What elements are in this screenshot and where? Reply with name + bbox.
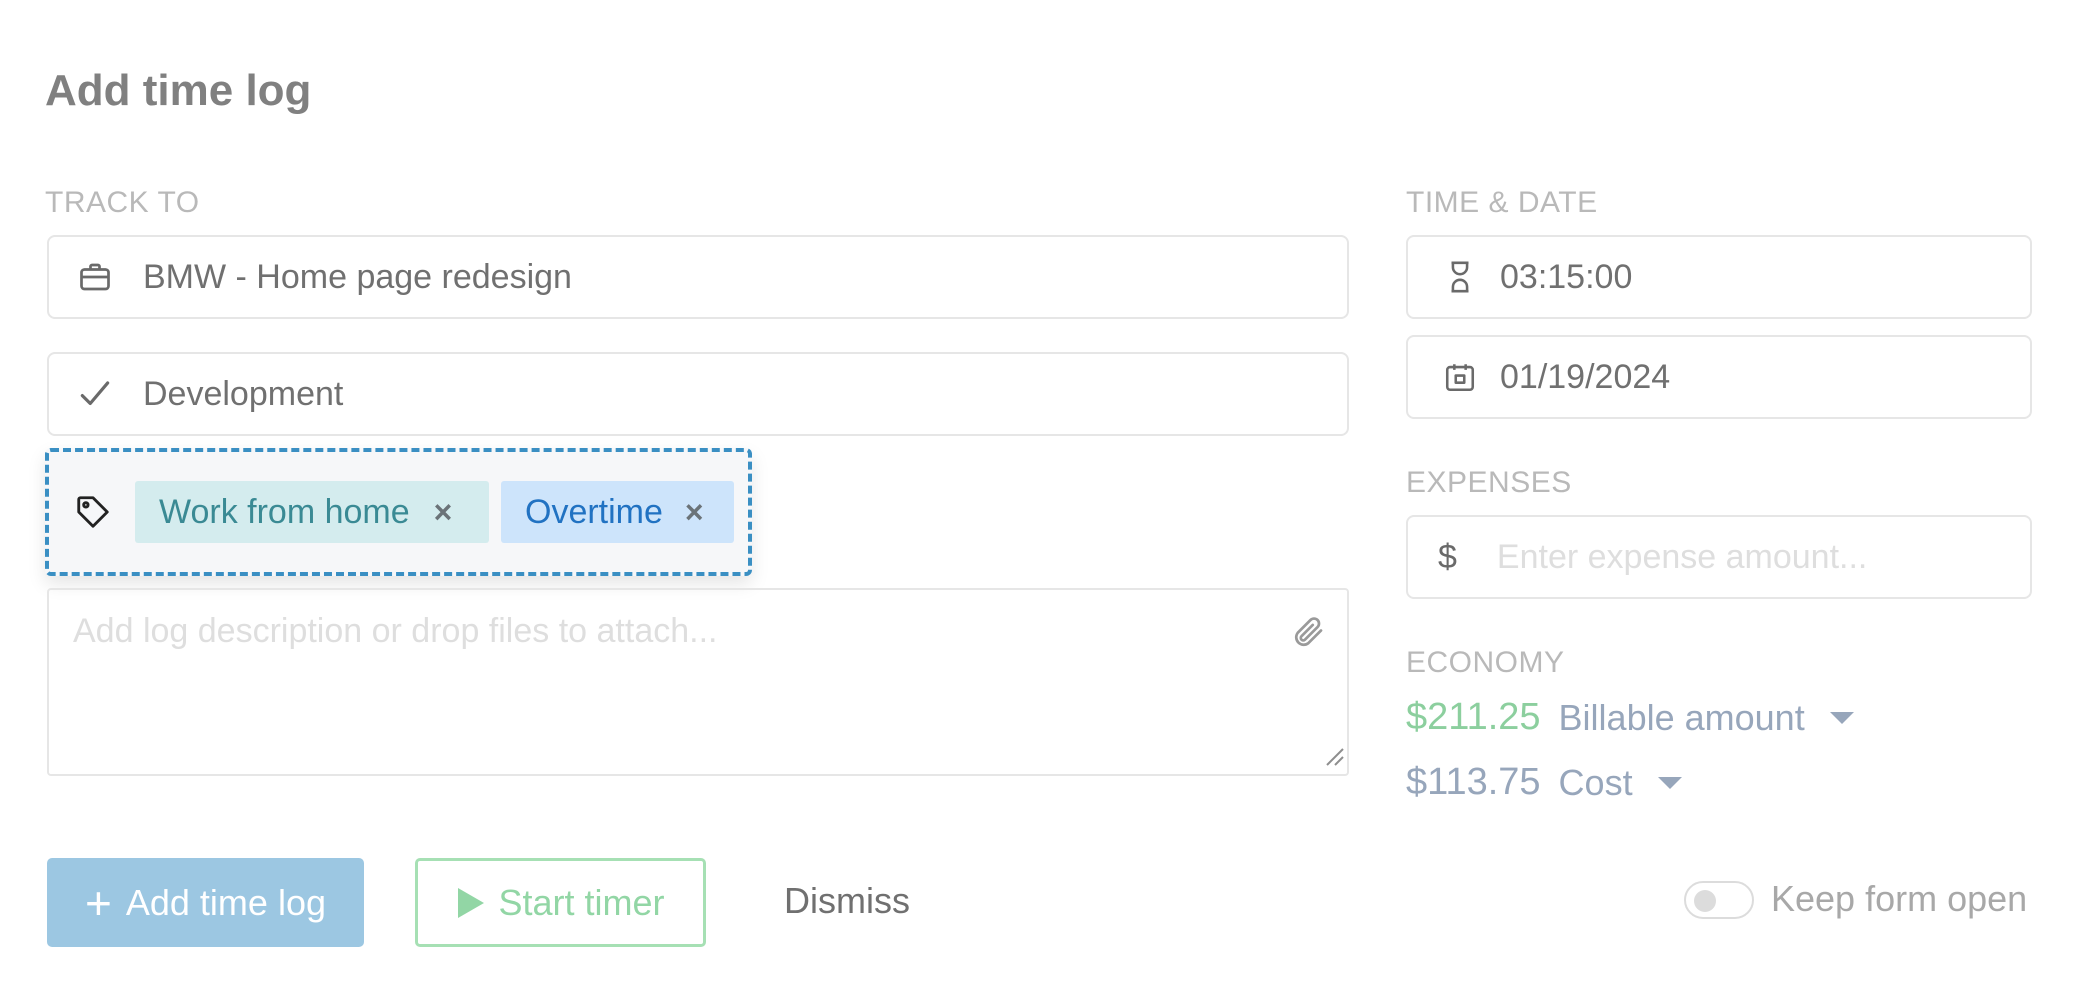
briefcase-icon: [75, 257, 115, 297]
start-timer-button[interactable]: Start timer: [415, 858, 706, 947]
time-date-label: TIME & DATE: [1406, 186, 1598, 219]
resize-handle-icon[interactable]: [1321, 743, 1345, 772]
project-field[interactable]: BMW - Home page redesign: [47, 235, 1349, 319]
remove-tag-icon[interactable]: ×: [434, 494, 453, 531]
play-icon: [456, 886, 486, 920]
caret-down-icon[interactable]: [1657, 775, 1683, 791]
checkmark-icon: [75, 374, 115, 414]
add-time-log-label: Add time log: [125, 881, 326, 923]
tags-field[interactable]: Work from home × Overtime ×: [45, 448, 752, 576]
billable-amount-value: $211.25: [1406, 696, 1541, 738]
tag-chip-label: Overtime: [525, 492, 663, 531]
hourglass-icon: [1440, 257, 1480, 297]
expense-placeholder: Enter expense amount...: [1496, 537, 1868, 576]
paperclip-icon[interactable]: [1291, 612, 1327, 657]
add-time-log-button[interactable]: + Add time log: [47, 858, 364, 947]
cost-row[interactable]: $113.75 Cost: [1406, 761, 1683, 804]
expenses-label: EXPENSES: [1406, 466, 1572, 499]
toggle-knob: [1694, 890, 1716, 912]
tag-chip-label: Work from home: [159, 492, 410, 531]
page-title: Add time log: [45, 66, 312, 115]
tag-chip-overtime: Overtime ×: [501, 481, 734, 543]
tag-chip-work-from-home: Work from home ×: [135, 481, 489, 543]
start-timer-label: Start timer: [498, 881, 665, 923]
dismiss-button[interactable]: Dismiss: [784, 880, 910, 922]
expense-field[interactable]: $ Enter expense amount...: [1406, 515, 2032, 599]
caret-down-icon[interactable]: [1829, 710, 1855, 726]
date-field[interactable]: 01/19/2024: [1406, 335, 2032, 419]
track-to-label: TRACK TO: [45, 186, 200, 219]
dollar-icon: $: [1438, 537, 1457, 576]
description-placeholder: Add log description or drop files to att…: [73, 612, 718, 650]
billable-row[interactable]: $211.25 Billable amount: [1406, 696, 1855, 739]
billable-amount-label: Billable amount: [1558, 696, 1805, 738]
calendar-icon: [1440, 357, 1480, 397]
project-value: BMW - Home page redesign: [143, 257, 572, 296]
keep-form-open-toggle[interactable]: [1684, 881, 1754, 919]
date-value: 01/19/2024: [1500, 357, 1671, 396]
plus-icon: +: [85, 876, 112, 929]
task-value: Development: [143, 374, 344, 413]
keep-form-open-label: Keep form open: [1771, 878, 2028, 919]
remove-tag-icon[interactable]: ×: [685, 494, 704, 531]
description-textarea[interactable]: Add log description or drop files to att…: [47, 588, 1349, 776]
duration-value: 03:15:00: [1500, 257, 1633, 296]
task-field[interactable]: Development: [47, 352, 1349, 436]
cost-value: $113.75: [1406, 761, 1541, 803]
tag-icon: [73, 492, 113, 532]
economy-label: ECONOMY: [1406, 646, 1565, 679]
duration-field[interactable]: 03:15:00: [1406, 235, 2032, 319]
cost-label: Cost: [1558, 761, 1633, 803]
